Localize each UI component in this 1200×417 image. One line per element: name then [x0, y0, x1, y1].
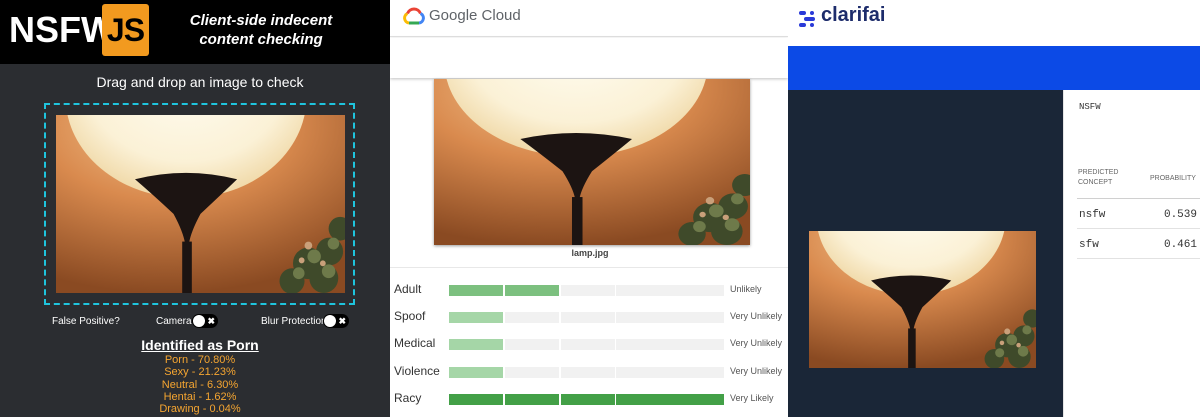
divider [390, 267, 788, 268]
column-header-concept: PREDICTED CONCEPT [1078, 169, 1119, 186]
close-icon: ✖ [207, 316, 215, 326]
category-label: Violence [394, 364, 440, 378]
concept-row: sfw 0.461 [1077, 229, 1200, 259]
google-cloud-brand: Google Cloud [429, 7, 521, 24]
toggle-knob [324, 315, 336, 327]
likelihood-segment [449, 285, 503, 296]
likelihood-segment [505, 367, 559, 378]
likelihood-segment [449, 312, 503, 323]
nsfwjs-tagline: Client-side indecent content checking [189, 12, 333, 48]
likelihood-segment [616, 367, 670, 378]
preview-image [56, 115, 345, 293]
safe-search-row: Medical Very Unlikely [390, 330, 788, 357]
likelihood-text: Very Unlikely [730, 338, 783, 348]
likelihood-segment [561, 285, 615, 296]
likelihood-segment [561, 312, 615, 323]
column-header-probability: PROBABILITY [1150, 175, 1196, 182]
camera-toggle[interactable]: ✖ [192, 314, 218, 328]
nsfwjs-header: NSFW JS Client-side indecent content che… [0, 0, 390, 64]
analyzed-image [809, 231, 1036, 368]
likelihood-segment [670, 367, 724, 378]
toggle-knob [193, 315, 205, 327]
likelihood-segment [670, 394, 724, 405]
options-bar: False Positive? Camera ✖ Blur Protection… [0, 314, 390, 338]
camera-label: Camera [156, 316, 192, 327]
likelihood-segment [449, 367, 503, 378]
result-item: Porn - 70.80% [164, 354, 236, 366]
file-name: lamp.jpg [571, 248, 609, 258]
result-item: Drawing - 0.04% [159, 403, 241, 416]
likelihood-text: Very Unlikely [730, 311, 783, 321]
category-label: Medical [394, 336, 436, 350]
result-list: Porn - 70.80% Sexy - 21.23% Neutral - 6.… [0, 354, 390, 415]
safe-search-row: Violence Very Unlikely [390, 358, 788, 385]
close-icon: ✖ [338, 316, 346, 326]
likelihood-segment [616, 312, 670, 323]
safe-search-row: Spoof Very Unlikely [390, 303, 788, 330]
nsfwjs-logo-text: NSFW [9, 9, 115, 50]
predictions-panel: NSFW PREDICTED CONCEPT PROBABILITY nsfw … [1063, 90, 1200, 417]
google-cloud-header: Google Cloud [390, 0, 788, 37]
likelihood-segment [561, 394, 615, 405]
image-dropzone[interactable] [44, 103, 355, 305]
concept-name: nsfw [1079, 209, 1106, 221]
google-cloud-icon [403, 7, 425, 25]
result-item: Sexy - 21.23% [164, 366, 236, 379]
clarifai-panel: clarifai NSFW PREDICTED CONCEPT PROBABIL… [788, 0, 1200, 417]
concept-probability: 0.461 [1163, 239, 1197, 251]
likelihood-segment [449, 339, 503, 350]
likelihood-segment [616, 285, 670, 296]
category-label: Racy [394, 391, 422, 405]
likelihood-segment [561, 339, 615, 350]
blur-protection-toggle[interactable]: ✖ [323, 314, 349, 328]
category-label: Adult [394, 282, 422, 296]
false-positive-link[interactable]: False Positive? [52, 315, 120, 329]
likelihood-segment [616, 339, 670, 350]
likelihood-segment [505, 312, 559, 323]
likelihood-segment [505, 394, 559, 405]
likelihood-segment [670, 312, 724, 323]
toolbar [390, 38, 788, 78]
drop-title: Drag and drop an image to check [96, 74, 304, 90]
likelihood-segment [670, 339, 724, 350]
category-label: Spoof [394, 309, 426, 323]
likelihood-text: Very Likely [730, 393, 774, 403]
analyzed-image [434, 79, 750, 245]
clarifai-icon [799, 11, 815, 27]
safe-search-row: Racy Very Likely [390, 385, 788, 412]
likelihood-text: Very Unlikely [730, 366, 783, 376]
likelihood-segment [670, 285, 724, 296]
likelihood-segment [449, 394, 503, 405]
safe-search-row: Adult Unlikely [390, 276, 788, 303]
concept-probability: 0.539 [1163, 209, 1197, 221]
result-item: Hentai - 1.62% [163, 390, 237, 403]
clarifai-brand: clarifai [821, 4, 886, 26]
likelihood-segment [505, 339, 559, 350]
google-cloud-panel: Google Cloud lamp.jpg Adult Unlikely Spoof… [390, 0, 788, 417]
likelihood-segment [616, 394, 670, 405]
blur-protection-label: Blur Protection [261, 316, 327, 327]
concept-row: nsfw 0.539 [1077, 199, 1200, 229]
concept-name: sfw [1079, 239, 1099, 251]
likelihood-text: Unlikely [730, 284, 762, 294]
likelihood-segment [561, 367, 615, 378]
model-name: NSFW [1079, 102, 1101, 112]
likelihood-segment [505, 285, 559, 296]
header-bar [788, 46, 1200, 90]
nsfwjs-panel: NSFW JS Client-side indecent content che… [0, 0, 390, 417]
nsfwjs-logo-badge: JS [102, 4, 149, 56]
image-viewer [788, 90, 1063, 417]
result-item: Neutral - 6.30% [161, 378, 239, 391]
result-title: Identified as Porn [141, 337, 259, 353]
